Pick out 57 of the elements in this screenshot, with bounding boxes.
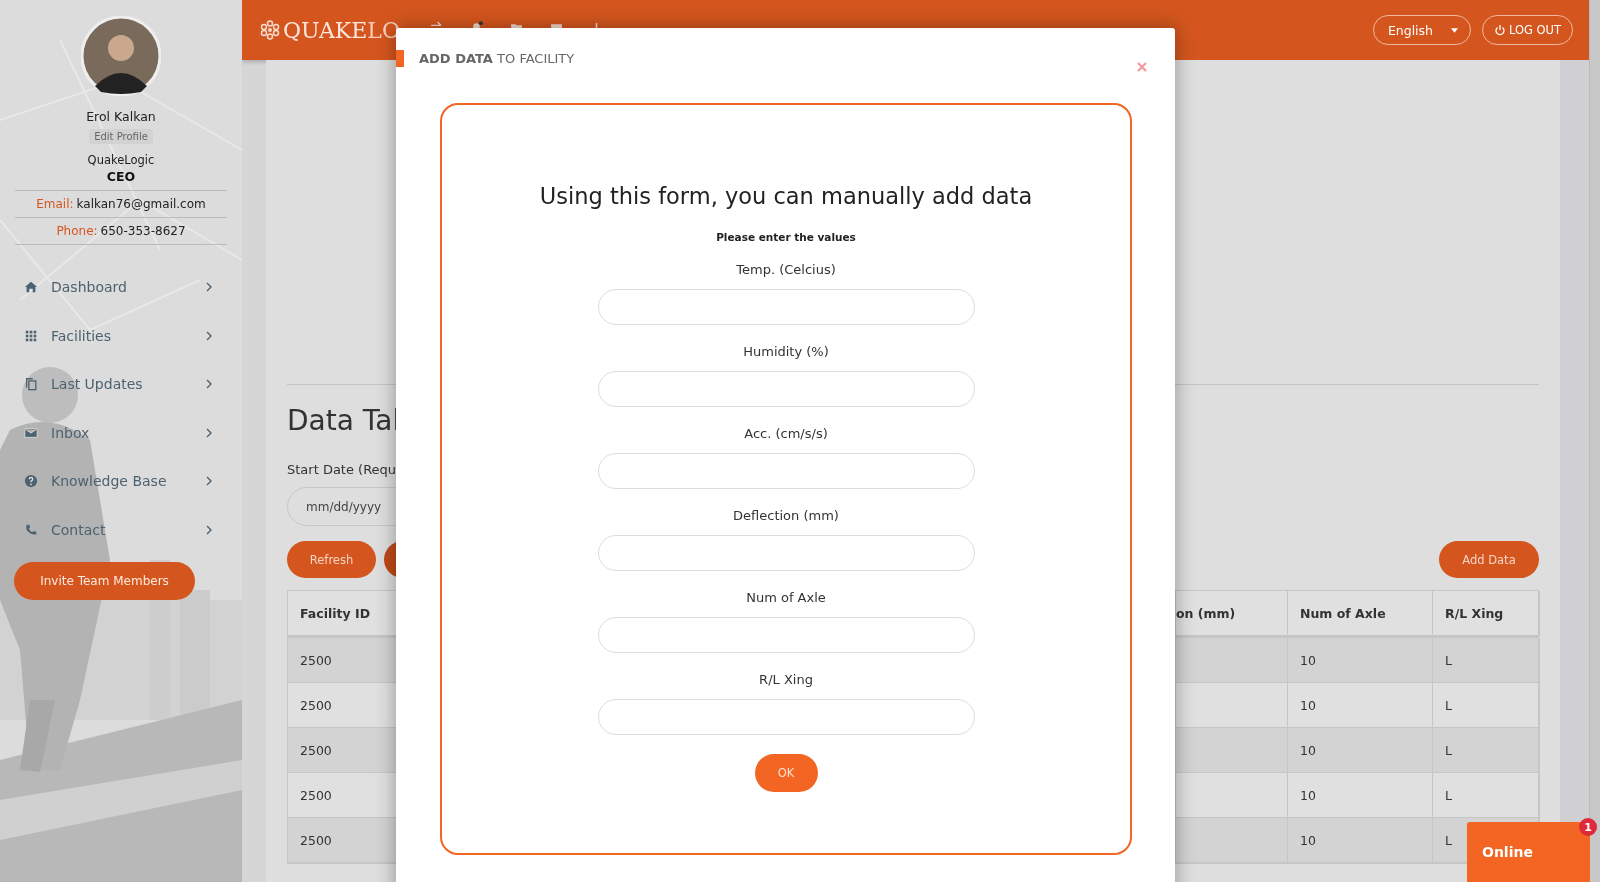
help-icon [24,474,38,489]
input-field[interactable] [597,617,975,653]
field-label: Humidity (%) [743,344,829,359]
phone-value: 650-353-8627 [100,224,186,238]
chevron-icon [206,330,212,341]
home-icon [24,280,38,295]
caret-icon [1450,27,1458,33]
email-value: kalkan76@gmail.com [76,197,206,211]
column-header: R/L Xing [1433,591,1540,636]
chevron-icon [206,524,212,535]
invite-team-members-button[interactable]: Invite Team Members [14,562,195,600]
input-field[interactable] [597,371,975,407]
copy-icon [24,377,38,392]
input-field[interactable] [597,535,975,571]
form-subheading: Please enter the values [716,231,856,243]
nav-link[interactable]: Dashboard [51,279,206,296]
power-icon [1493,24,1506,36]
phone-label: Phone: [56,224,98,238]
close-icon[interactable] [1137,62,1147,72]
mail-icon [24,425,38,440]
phone-icon [24,522,38,537]
chevron-icon [206,427,212,438]
scrollbar[interactable] [1589,0,1600,882]
role-label: CEO [106,169,136,186]
column-header: on (mm) [1176,591,1288,636]
chat-status: Online [1482,844,1533,860]
title-marker [396,50,404,67]
field-label: R/L Xing [759,672,813,687]
field-label: Acc. (cm/s/s) [744,426,828,441]
field-label: Num of Axle [746,590,826,605]
table-cell: 10 [1288,818,1433,863]
logo-icon [260,20,280,40]
form-heading: Using this form, you can manually add data [539,183,1033,209]
start-date-label: Start Date (Requ [287,462,398,477]
chevron-icon [206,379,212,390]
add-data-button[interactable]: Add Data [1439,541,1539,578]
field-label: Temp. (Celcius) [736,262,836,277]
field-label: Deflection (mm) [733,508,839,523]
modal-title: ADD DATA TO FACILITY [419,50,575,66]
input-field[interactable] [597,289,975,325]
chevron-icon [206,282,212,293]
refresh-button[interactable]: Refresh [287,541,376,578]
nav-link[interactable]: Last Updates [51,376,206,393]
grid-icon [24,328,38,343]
column-header: Num of Axle [1288,591,1433,636]
profile-name: Erol Kalkan [86,109,156,124]
company-name: QuakeLogic [87,153,155,167]
ok-button[interactable]: OK [754,754,818,792]
edit-profile-link[interactable]: Edit Profile [89,129,153,144]
nav-link[interactable]: Knowledge Base [51,473,206,490]
chevron-icon [206,476,212,487]
email-label: Email: [36,197,74,211]
nav-link[interactable]: Inbox [51,424,206,441]
input-field[interactable] [597,453,975,489]
nav-link[interactable]: Contact [51,521,206,538]
input-field[interactable] [597,699,975,735]
nav-link[interactable]: Facilities [51,327,206,344]
